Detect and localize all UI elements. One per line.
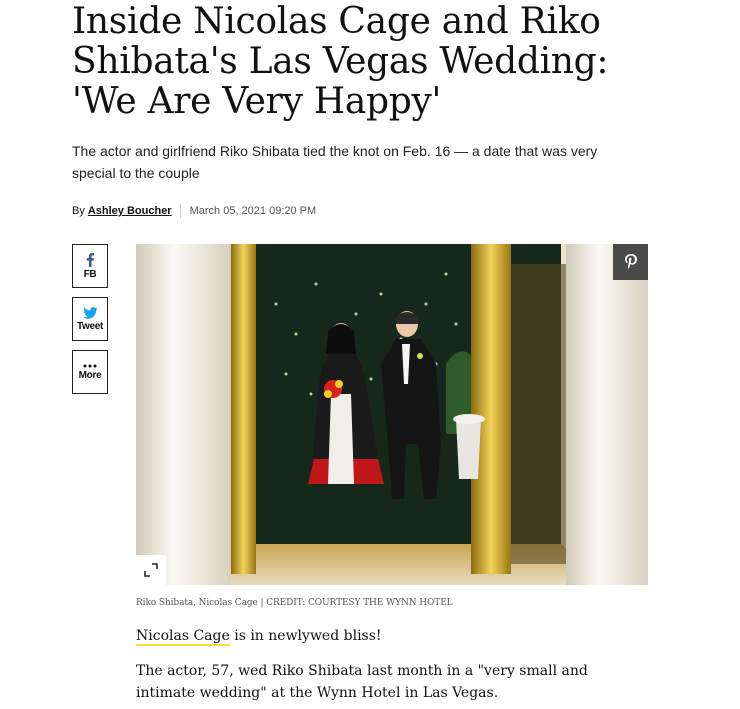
photo-caption: Riko Shibata, Nicolas Cage | CREDIT: COU… bbox=[136, 598, 453, 608]
wedding-photo-image bbox=[136, 244, 648, 585]
twitter-share-label: Tweet bbox=[76, 320, 104, 332]
author-link[interactable]: Ashley Boucher bbox=[88, 205, 172, 217]
byline-prefix: By bbox=[72, 205, 85, 217]
expand-icon bbox=[144, 563, 158, 577]
body-paragraph-1-text: is in newlywed bliss! bbox=[229, 628, 382, 644]
more-dots-icon bbox=[83, 364, 97, 367]
more-share-label: More bbox=[78, 369, 102, 381]
pinterest-button[interactable] bbox=[613, 244, 648, 280]
byline-divider bbox=[179, 204, 181, 218]
body-paragraph-2: The actor, 57, wed Riko Shibata last mon… bbox=[136, 663, 588, 701]
nicolas-cage-link[interactable]: Nicolas Cage bbox=[136, 628, 230, 646]
article-photo[interactable] bbox=[136, 244, 648, 585]
facebook-share-button[interactable]: FB bbox=[72, 244, 108, 288]
twitter-share-button[interactable]: Tweet bbox=[72, 297, 108, 341]
more-share-button[interactable]: More bbox=[72, 350, 108, 394]
twitter-icon bbox=[82, 306, 98, 319]
pinterest-icon bbox=[624, 254, 637, 269]
publish-date: March 05, 2021 09:20 PM bbox=[189, 205, 317, 217]
expand-image-button[interactable] bbox=[136, 555, 166, 585]
facebook-icon bbox=[86, 252, 94, 267]
body-paragraph-1: Nicolas Cage is in newlywed bliss! bbox=[136, 625, 636, 647]
byline: By Ashley Boucher March 05, 2021 09:20 P… bbox=[72, 203, 316, 219]
facebook-share-label: FB bbox=[83, 268, 97, 280]
article-dek: The actor and girlfriend Riko Shibata ti… bbox=[72, 143, 598, 181]
article-headline: Inside Nicolas Cage and Riko Shibata's L… bbox=[72, 1, 609, 122]
